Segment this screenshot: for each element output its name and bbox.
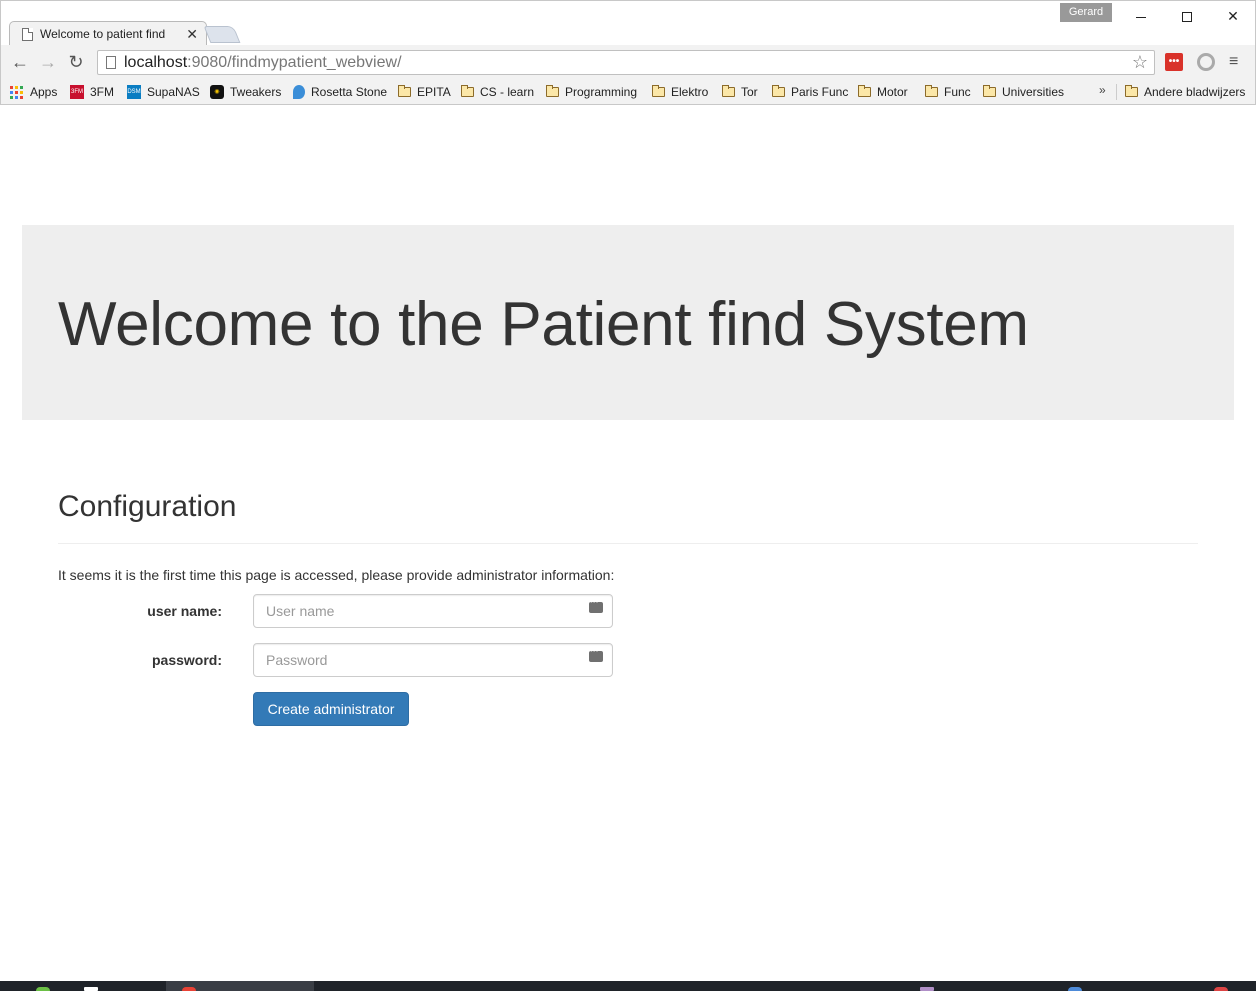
lastpass-extension-icon[interactable]: •••	[1165, 53, 1183, 71]
menu-icon[interactable]: ≡	[1229, 53, 1238, 71]
close-window-button[interactable]: ✕	[1210, 5, 1256, 27]
supanas-icon: DSM	[127, 85, 141, 99]
bookmark-elektro[interactable]: Elektro	[652, 83, 708, 101]
tab-close-icon[interactable]: ✕	[186, 27, 198, 41]
folder-icon	[722, 85, 735, 97]
password-manager-icon[interactable]	[589, 646, 603, 662]
address-bar[interactable]: localhost:9080/findmypatient_webview/ ☆	[97, 50, 1155, 75]
bookmarks-overflow-icon[interactable]: »	[1099, 83, 1106, 97]
folder-icon	[1125, 85, 1138, 97]
bookmark-motor[interactable]: Motor	[858, 83, 908, 101]
bookmark-other-folder[interactable]: Andere bladwijzers	[1125, 83, 1245, 101]
bookmark-universities[interactable]: Universities	[983, 83, 1064, 101]
section-title: Configuration	[58, 490, 237, 523]
folder-icon	[652, 85, 665, 97]
page-content: Welcome to the Patient find System Confi…	[1, 105, 1255, 981]
bookmarks-separator	[1116, 84, 1117, 100]
bookmark-apps[interactable]: Apps	[10, 83, 57, 101]
new-tab-button[interactable]	[203, 26, 241, 43]
bookmark-func[interactable]: Func	[925, 83, 971, 101]
browser-window: Welcome to patient find ✕ Gerard ✕ ← → ↻…	[0, 0, 1256, 105]
bookmark-tor[interactable]: Tor	[722, 83, 758, 101]
bookmark-cs-learn[interactable]: CS - learn	[461, 83, 534, 101]
profile-button[interactable]: Gerard	[1060, 3, 1112, 22]
minimize-button[interactable]	[1118, 5, 1164, 27]
taskbar-app-icon[interactable]	[1214, 987, 1228, 991]
minimize-icon	[1136, 16, 1146, 18]
page-title: Welcome to the Patient find System	[58, 290, 1029, 359]
create-administrator-button[interactable]: Create administrator	[253, 692, 409, 726]
intro-text: It seems it is the first time this page …	[58, 567, 615, 583]
maximize-icon	[1182, 12, 1192, 23]
chrome-taskbar-icon[interactable]	[182, 987, 196, 991]
folder-icon	[925, 85, 938, 97]
taskbar-app-icon[interactable]	[1068, 987, 1082, 991]
folder-icon	[772, 85, 785, 97]
bookmark-star-icon[interactable]: ☆	[1132, 52, 1148, 73]
folder-icon	[858, 85, 871, 97]
bookmark-tweakers[interactable]: ◉ Tweakers	[210, 83, 281, 101]
folder-icon	[461, 85, 474, 97]
bookmark-supanas[interactable]: DSM SupaNAS	[127, 83, 200, 101]
url-path: :9080/findmypatient_webview/	[187, 53, 402, 71]
tweakers-icon: ◉	[210, 85, 224, 99]
reload-button[interactable]: ↻	[65, 52, 87, 72]
taskbar-app-icon[interactable]	[920, 987, 934, 991]
password-label: password:	[151, 652, 222, 668]
taskbar	[0, 981, 1256, 991]
3fm-icon: 3FM	[70, 85, 84, 99]
bookmark-rosetta-stone[interactable]: Rosetta Stone	[293, 83, 387, 101]
jumbotron: Welcome to the Patient find System	[22, 225, 1234, 420]
page-icon	[106, 56, 116, 69]
url-host: localhost	[124, 53, 188, 71]
forward-button[interactable]: →	[37, 52, 59, 72]
browser-toolbar: ← → ↻ localhost:9080/findmypatient_webvi…	[1, 45, 1255, 79]
bookmark-programming[interactable]: Programming	[546, 83, 637, 101]
folder-icon	[546, 85, 559, 97]
bookmarks-bar: Apps 3FM 3FM DSM SupaNAS ◉ Tweakers Rose…	[1, 79, 1255, 105]
section-divider	[58, 543, 1198, 544]
folder-icon	[983, 85, 996, 97]
taskbar-app-icon[interactable]	[36, 987, 50, 991]
extension-circle-icon[interactable]	[1197, 53, 1215, 71]
maximize-button[interactable]	[1164, 5, 1210, 27]
password-manager-icon[interactable]	[589, 597, 603, 613]
taskbar-app-icon[interactable]	[84, 987, 98, 991]
bookmark-paris-func[interactable]: Paris Func	[772, 83, 848, 101]
username-input[interactable]	[253, 594, 613, 628]
password-input[interactable]	[253, 643, 613, 677]
browser-tab[interactable]: Welcome to patient find ✕	[9, 21, 207, 46]
apps-grid-icon	[10, 85, 23, 99]
title-bar: Welcome to patient find ✕ Gerard ✕	[1, 1, 1256, 46]
bookmark-epita[interactable]: EPITA	[398, 83, 451, 101]
rosetta-stone-icon	[293, 85, 305, 99]
folder-icon	[398, 85, 411, 97]
back-button[interactable]: ←	[9, 52, 31, 72]
page-icon	[22, 27, 33, 41]
tab-title: Welcome to patient find	[40, 27, 166, 41]
username-label: user name:	[147, 603, 222, 619]
bookmark-3fm[interactable]: 3FM 3FM	[70, 83, 114, 101]
